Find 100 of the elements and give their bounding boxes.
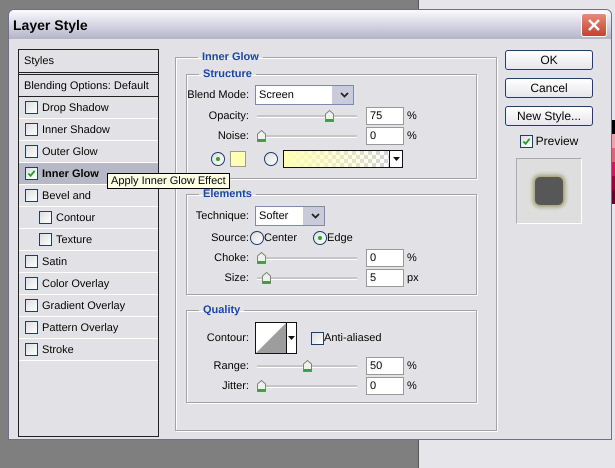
slider-thumb[interactable]: [257, 252, 266, 264]
group-title: Structure: [202, 68, 253, 80]
style-item[interactable]: Satin: [19, 251, 158, 273]
style-checkbox[interactable]: [25, 101, 38, 114]
field-label: Range:: [212, 360, 249, 372]
slider-thumb[interactable]: [257, 130, 266, 142]
group-title: Elements: [202, 188, 253, 200]
style-checkbox[interactable]: [25, 343, 38, 356]
slider-track[interactable]: [257, 272, 357, 284]
style-item[interactable]: Color Overlay: [19, 273, 158, 295]
style-checkbox[interactable]: [39, 233, 52, 246]
dialog-button[interactable]: OK: [505, 50, 593, 70]
fill-radio[interactable]: [264, 152, 278, 166]
slider-thumb[interactable]: [325, 110, 334, 122]
style-label: Bevel and: [42, 190, 91, 202]
style-label: Outer Glow: [42, 146, 98, 158]
contour-picker[interactable]: [255, 322, 297, 354]
field-label: Size:: [224, 272, 249, 284]
style-label: Pattern Overlay: [42, 322, 118, 334]
color-swatch[interactable]: [230, 151, 246, 167]
unit-label: px: [407, 272, 419, 284]
field-label: Jitter:: [221, 380, 249, 392]
style-checkbox[interactable]: [25, 321, 38, 334]
slider-track[interactable]: [257, 110, 357, 122]
unit-label: %: [407, 360, 417, 372]
field-label: Technique:: [194, 210, 249, 222]
style-item[interactable]: Inner Shadow: [19, 119, 158, 141]
unit-label: %: [407, 252, 417, 264]
chevron-icon: [332, 86, 353, 104]
style-checkbox[interactable]: [25, 277, 38, 290]
unit-label: %: [407, 130, 417, 142]
caret-icon: [392, 156, 400, 162]
field-label: Blend Mode:: [187, 89, 249, 101]
style-label: Inner Shadow: [42, 124, 110, 136]
preview-checkbox[interactable]: [520, 134, 533, 148]
source-radio[interactable]: [313, 231, 328, 245]
styles-header: Styles: [19, 50, 158, 75]
slider-track[interactable]: [257, 380, 357, 392]
slider-thumb[interactable]: [302, 360, 312, 372]
style-label: Stroke: [42, 344, 74, 356]
style-label: Satin: [42, 256, 68, 268]
slider-thumb[interactable]: [262, 272, 271, 284]
close-icon[interactable]: [581, 12, 607, 36]
style-label: Color Overlay: [42, 278, 110, 290]
field-label: Choke:: [213, 252, 249, 264]
field-label: Opacity:: [208, 110, 249, 122]
value-field[interactable]: 5: [366, 269, 404, 287]
value-field[interactable]: 50: [366, 357, 404, 375]
style-item[interactable]: Pattern Overlay: [19, 317, 158, 339]
field-label: Source:: [210, 232, 249, 244]
checkbox-label: Preview: [536, 134, 578, 148]
slider-track[interactable]: [257, 360, 357, 372]
technique-dropdown[interactable]: Softer: [255, 206, 325, 226]
slider-thumb[interactable]: [257, 380, 266, 392]
preview-thumbnail: [516, 158, 582, 224]
style-checkbox[interactable]: [39, 211, 52, 224]
dialog-button[interactable]: Cancel: [505, 78, 593, 98]
style-item[interactable]: Contour: [19, 207, 158, 229]
radio-label: Edge: [327, 232, 353, 244]
slider-track[interactable]: [257, 130, 357, 142]
tooltip: Apply Inner Glow Effect: [107, 173, 230, 189]
unit-label: %: [407, 380, 417, 392]
style-label: Drop Shadow: [42, 102, 109, 114]
style-item[interactable]: Gradient Overlay: [19, 295, 158, 317]
style-label: Texture: [56, 234, 92, 246]
style-label: Blending Options: Default: [24, 80, 149, 92]
anti-aliased-checkbox[interactable]: [311, 332, 324, 344]
style-checkbox[interactable]: [25, 167, 38, 180]
unit-label: %: [407, 110, 417, 122]
style-checkbox[interactable]: [25, 123, 38, 136]
style-checkbox[interactable]: [25, 299, 38, 312]
chevron-icon: [303, 207, 324, 225]
group-title: Inner Glow: [201, 51, 260, 63]
value-field[interactable]: 0: [366, 127, 404, 145]
radio-label: Center: [264, 232, 298, 244]
style-checkbox[interactable]: [25, 255, 38, 268]
dialog-button[interactable]: New Style...: [505, 106, 593, 126]
checkbox-label: Anti-aliased: [324, 332, 382, 344]
style-checkbox[interactable]: [25, 189, 38, 202]
gradient-picker[interactable]: [283, 150, 403, 168]
style-item[interactable]: Blending Options: Default: [19, 75, 158, 97]
style-label: Contour: [56, 212, 96, 224]
source-radio[interactable]: [250, 231, 264, 245]
caret-icon: [288, 336, 295, 340]
style-item[interactable]: Drop Shadow: [19, 97, 158, 119]
style-item[interactable]: Texture: [19, 229, 158, 251]
value-field[interactable]: 75: [366, 107, 404, 125]
window-title: Layer Style: [13, 16, 88, 32]
fill-radio[interactable]: [211, 152, 225, 166]
value-field[interactable]: 0: [366, 249, 404, 267]
value-field[interactable]: 0: [366, 377, 404, 395]
style-label: Inner Glow: [42, 168, 99, 180]
field-label: Noise:: [216, 130, 249, 142]
slider-track[interactable]: [257, 252, 357, 264]
style-item[interactable]: Stroke: [19, 339, 158, 361]
style-label: Gradient Overlay: [42, 300, 126, 312]
group-title: Quality: [202, 304, 242, 316]
field-label: Contour:: [206, 332, 249, 344]
style-checkbox[interactable]: [25, 145, 38, 158]
blend-mode-dropdown[interactable]: Screen: [255, 85, 354, 105]
